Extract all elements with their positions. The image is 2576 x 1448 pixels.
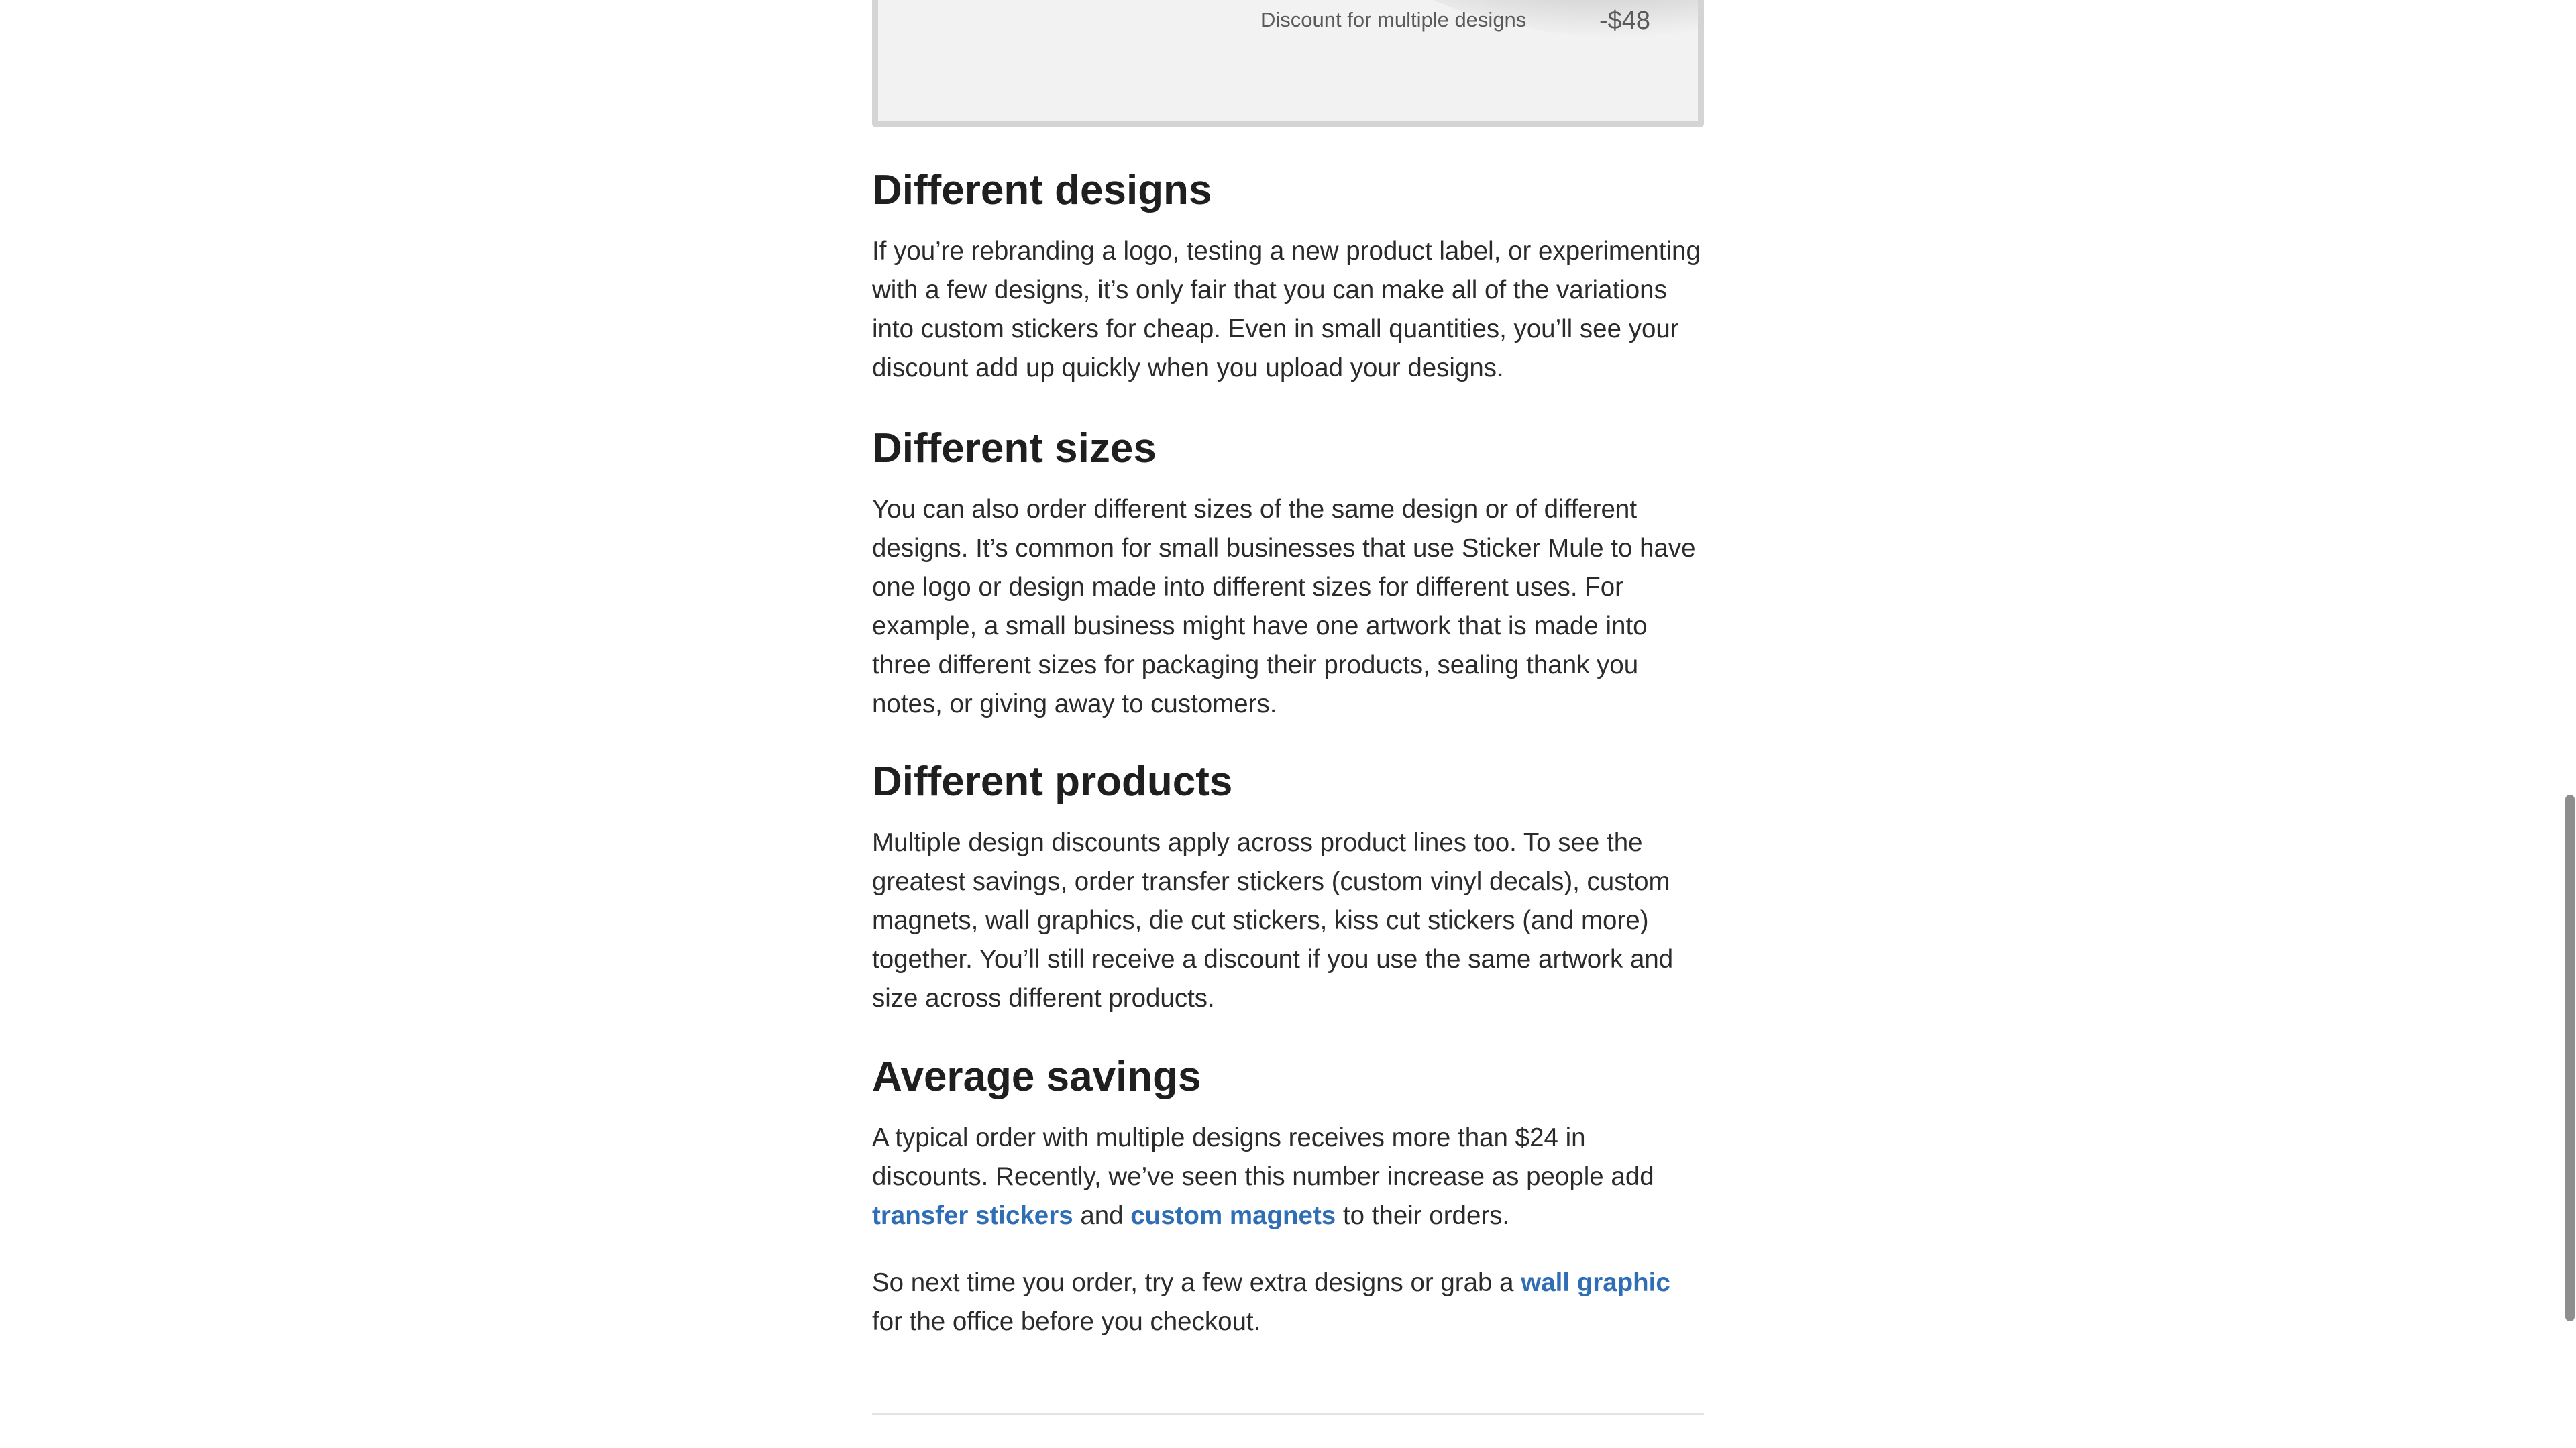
section-different-sizes: Different sizes You can also order diffe… xyxy=(872,425,1704,724)
section-heading: Different sizes xyxy=(872,425,1157,471)
scrollbar[interactable] xyxy=(2564,0,2576,1448)
discount-illustration: Discount for multiple designs -$48 xyxy=(872,0,1704,127)
section-body: If you’re rebranding a logo, testing a n… xyxy=(872,237,1701,382)
closing-paragraph: So next time you order, try a few extra … xyxy=(872,1264,1704,1341)
discount-label: Discount for multiple designs xyxy=(1260,8,1527,32)
section-body: A typical order with multiple designs re… xyxy=(872,1119,1704,1235)
section-body: You can also order different sizes of th… xyxy=(872,495,1696,718)
section-heading: Different designs xyxy=(872,167,1212,213)
body-text: for the office before you checkout. xyxy=(872,1307,1261,1336)
scrollbar-thumb[interactable] xyxy=(2565,795,2575,1321)
body-text: So next time you order, try a few extra … xyxy=(872,1268,1521,1297)
section-heading: Different products xyxy=(872,759,1233,805)
wall-graphic-link[interactable]: wall graphic xyxy=(1521,1268,1670,1297)
section-heading: Average savings xyxy=(872,1054,1201,1100)
section-body: Multiple design discounts apply across p… xyxy=(872,828,1674,1013)
section-different-designs: Different designs If you’re rebranding a… xyxy=(872,166,1704,388)
discount-amount: -$48 xyxy=(1599,7,1651,35)
section-average-savings: Average savings A typical order with mul… xyxy=(872,1053,1704,1341)
custom-magnets-link[interactable]: custom magnets xyxy=(1130,1201,1336,1230)
body-text: and xyxy=(1073,1201,1131,1230)
body-text: to their orders. xyxy=(1336,1201,1510,1230)
body-text: A typical order with multiple designs re… xyxy=(872,1123,1654,1191)
section-divider xyxy=(872,1413,1704,1415)
section-different-products: Different products Multiple design disco… xyxy=(872,758,1704,1018)
transfer-stickers-link[interactable]: transfer stickers xyxy=(872,1201,1073,1230)
